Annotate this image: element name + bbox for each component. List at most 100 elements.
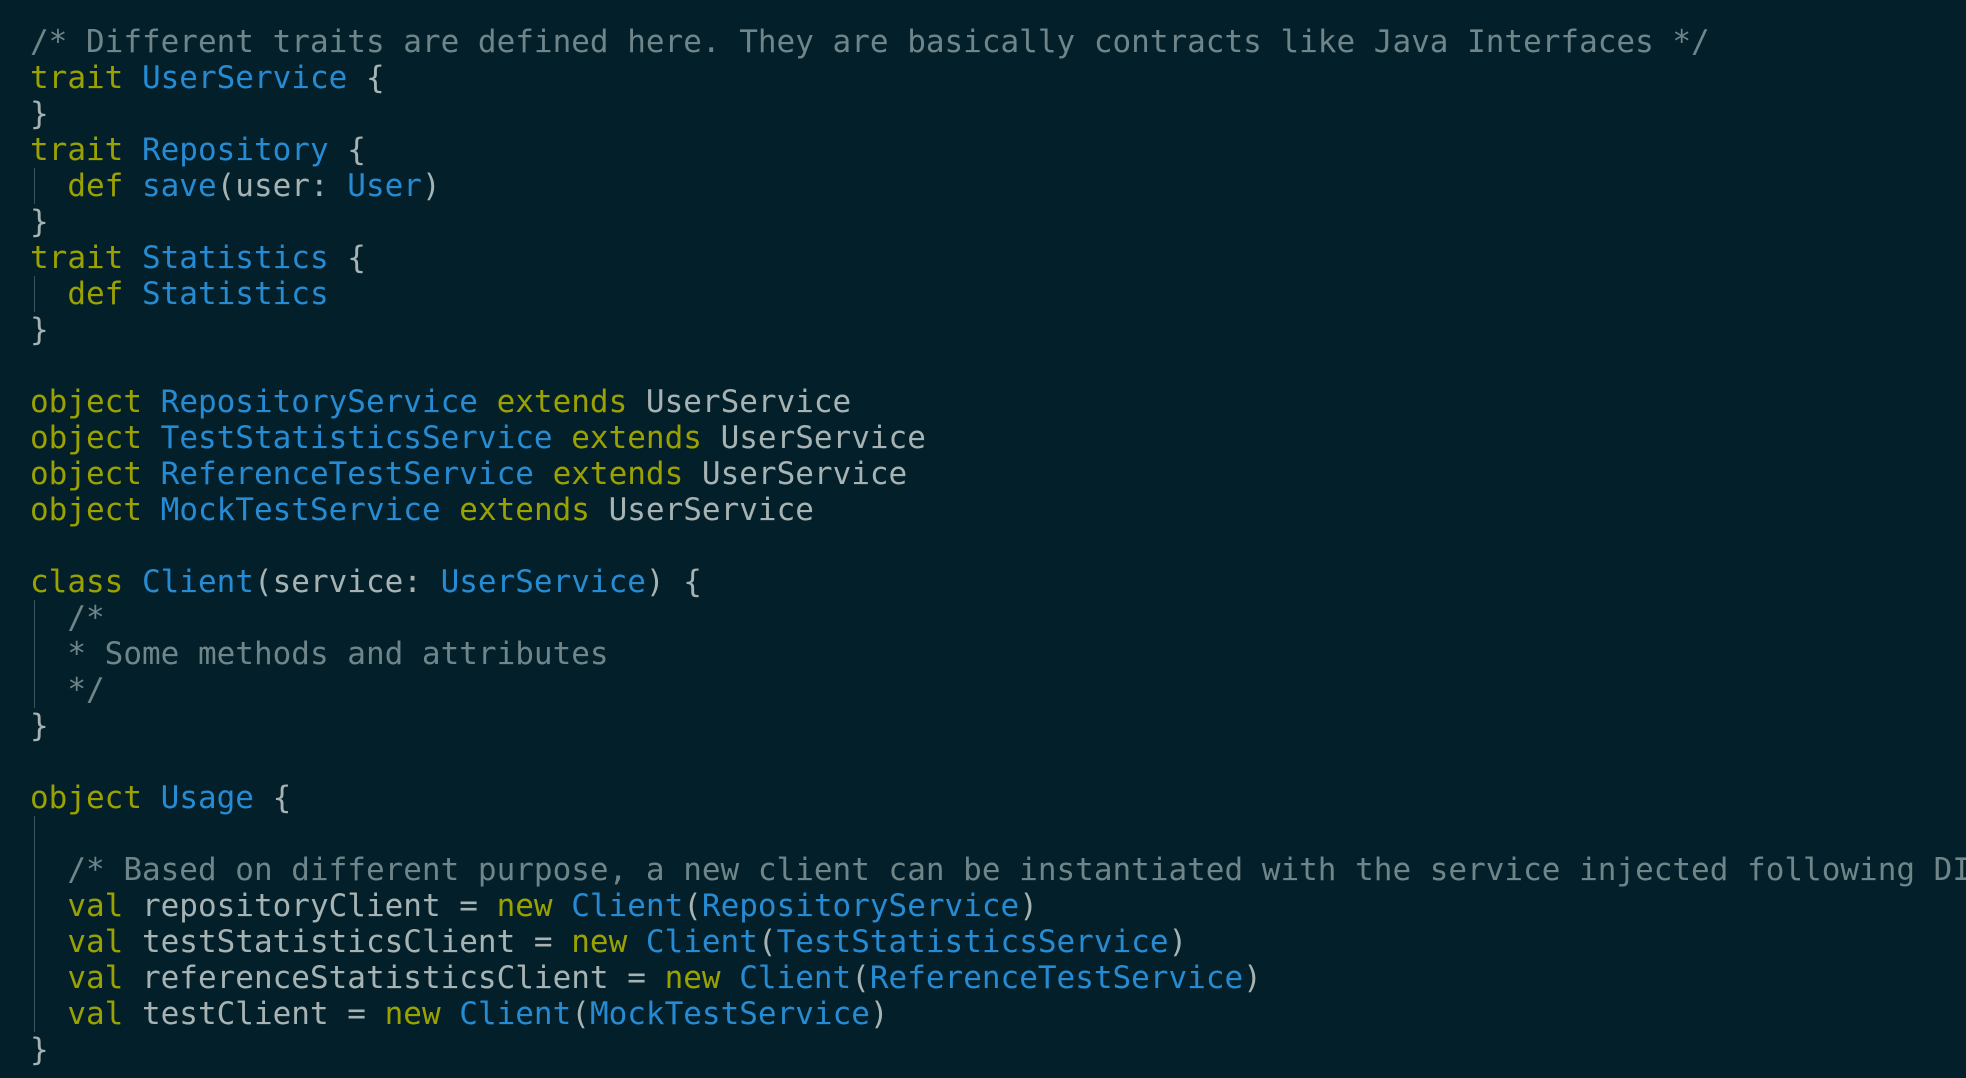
code-token: trait (30, 132, 142, 168)
code-token: val (67, 960, 142, 996)
code-token: val (67, 924, 142, 960)
code-token: object (30, 384, 161, 420)
code-token: new (384, 996, 460, 1032)
code-token: } (30, 1032, 49, 1068)
code-line: /* (30, 600, 1966, 636)
code-token: TestStatisticsService (160, 420, 553, 456)
code-token: UserService (440, 564, 646, 600)
code-line: /* Based on different purpose, a new cli… (30, 852, 1966, 888)
code-token: testStatisticsClient = (141, 924, 572, 960)
code-token: object (30, 420, 161, 456)
code-token: val (67, 888, 142, 924)
code-line: } (30, 312, 1966, 348)
code-token: ( (683, 888, 702, 924)
code-token: trait (30, 60, 142, 96)
indent-guide (34, 276, 35, 312)
code-line (30, 816, 1966, 852)
code-token: extends (552, 420, 721, 456)
code-line: val testStatisticsClient = new Client(Te… (30, 924, 1966, 960)
code-token: val (67, 996, 142, 1032)
indent-guide (34, 996, 35, 1032)
code-token: referenceStatisticsClient = (141, 960, 665, 996)
code-token: object (30, 492, 161, 528)
code-token: ReferenceTestService (869, 960, 1244, 996)
code-token: ( (571, 996, 590, 1032)
indent-guide (34, 636, 35, 672)
code-line: class Client(service: UserService) { (30, 564, 1966, 600)
code-token: def (67, 276, 142, 312)
code-line: def Statistics (30, 276, 1966, 312)
code-token: ) (421, 168, 441, 204)
code-token: class (30, 564, 142, 600)
code-token: MockTestService (160, 492, 441, 528)
indent-guide (34, 168, 35, 204)
code-line: trait Repository { (30, 132, 1966, 168)
code-token: new (664, 960, 740, 996)
code-line: object RepositoryService extends UserSer… (30, 384, 1966, 420)
code-token: * Some methods and attributes (67, 636, 609, 672)
code-token: Client (571, 888, 684, 924)
code-token: Client (141, 564, 254, 600)
code-token: ) (1019, 888, 1038, 924)
code-token: def (67, 168, 142, 204)
code-token: { (328, 132, 366, 168)
code-token: save (141, 168, 217, 204)
code-token: /* Based on different purpose, a new cli… (67, 852, 1966, 888)
code-token: UserService (608, 492, 814, 528)
code-token: { (328, 240, 366, 276)
code-token: MockTestService (589, 996, 870, 1032)
code-editor[interactable]: /* Different traits are defined here. Th… (0, 0, 1966, 1078)
code-token: extends (477, 384, 646, 420)
code-token: (service: (253, 564, 441, 600)
code-line: } (30, 96, 1966, 132)
code-token: } (30, 708, 49, 744)
code-token: Client (459, 996, 572, 1032)
indent-guide (34, 960, 35, 996)
code-token: Client (739, 960, 852, 996)
code-line: } (30, 204, 1966, 240)
code-line: object ReferenceTestService extends User… (30, 456, 1966, 492)
code-token: object (30, 780, 161, 816)
code-token: */ (67, 672, 105, 708)
code-token: } (30, 204, 49, 240)
code-line: trait UserService { (30, 60, 1966, 96)
code-token: (user: (216, 168, 348, 204)
code-token: } (30, 96, 49, 132)
code-area[interactable]: /* Different traits are defined here. Th… (30, 24, 1966, 1068)
code-line: val testClient = new Client(MockTestServ… (30, 996, 1966, 1032)
code-token: { (253, 780, 292, 816)
code-line: */ (30, 672, 1966, 708)
code-token: /* Different traits are defined here. Th… (30, 24, 1710, 60)
code-line: } (30, 708, 1966, 744)
code-token: UserService (141, 60, 348, 96)
code-line: trait Statistics { (30, 240, 1966, 276)
indent-guide (34, 888, 35, 924)
code-token: testClient = (141, 996, 385, 1032)
code-token: trait (30, 240, 142, 276)
code-token: extends (440, 492, 609, 528)
code-token: RepositoryService (701, 888, 1020, 924)
code-line: val repositoryClient = new Client(Reposi… (30, 888, 1966, 924)
indent-guide (34, 924, 35, 960)
code-token: new (496, 888, 572, 924)
code-token: ( (851, 960, 870, 996)
code-token: { (347, 60, 385, 96)
code-token: Repository (141, 132, 329, 168)
code-token: Statistics (141, 240, 329, 276)
code-token: ) (1168, 924, 1188, 960)
code-token: RepositoryService (160, 384, 478, 420)
code-token: Usage (160, 780, 254, 816)
code-line: object TestStatisticsService extends Use… (30, 420, 1966, 456)
